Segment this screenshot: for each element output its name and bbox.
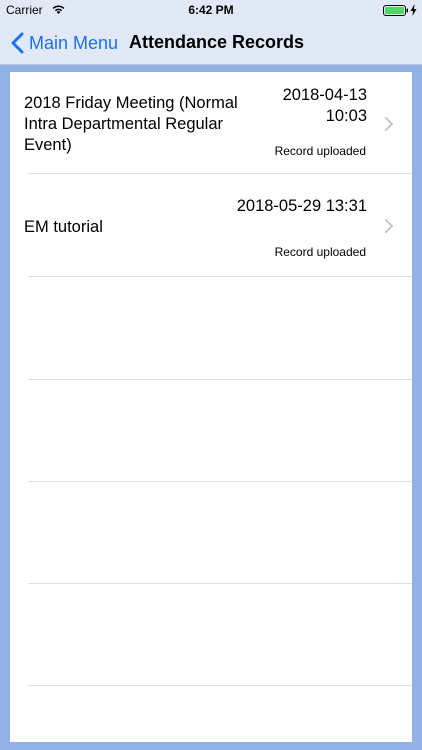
empty-row xyxy=(10,584,412,686)
record-status: Record uploaded xyxy=(274,144,366,158)
row-divider xyxy=(28,173,412,174)
back-button-label: Main Menu xyxy=(29,32,119,53)
record-title: EM tutorial xyxy=(24,218,103,236)
list-item[interactable]: EM tutorial 2018-05-29 13:31 Record uplo… xyxy=(10,175,412,277)
page-title: Attendance Records xyxy=(129,32,305,52)
record-date: 2018-04-13 10:03 xyxy=(282,86,367,125)
status-time: 6:42 PM xyxy=(188,3,234,17)
charging-icon xyxy=(410,4,417,19)
records-list: 2018 Friday Meeting (Normal Intra Depart… xyxy=(10,72,412,742)
record-title: 2018 Friday Meeting (Normal Intra Depart… xyxy=(24,94,238,154)
chevron-left-icon xyxy=(10,32,26,54)
record-date: 2018-05-29 13:31 xyxy=(236,197,367,215)
row-divider xyxy=(28,685,412,686)
empty-row xyxy=(10,278,412,380)
empty-row xyxy=(10,482,412,584)
list-item[interactable]: 2018 Friday Meeting (Normal Intra Depart… xyxy=(10,72,412,174)
record-status: Record uploaded xyxy=(274,245,366,259)
status-bar: Carrier 6:42 PM xyxy=(0,0,422,20)
battery-icon xyxy=(383,5,409,19)
row-divider xyxy=(28,276,412,277)
back-button[interactable]: Main Menu xyxy=(10,32,118,54)
chevron-right-icon xyxy=(384,116,394,132)
empty-row xyxy=(10,380,412,482)
chevron-right-icon xyxy=(384,218,394,234)
navigation-bar: Main Menu Attendance Records xyxy=(0,20,422,65)
